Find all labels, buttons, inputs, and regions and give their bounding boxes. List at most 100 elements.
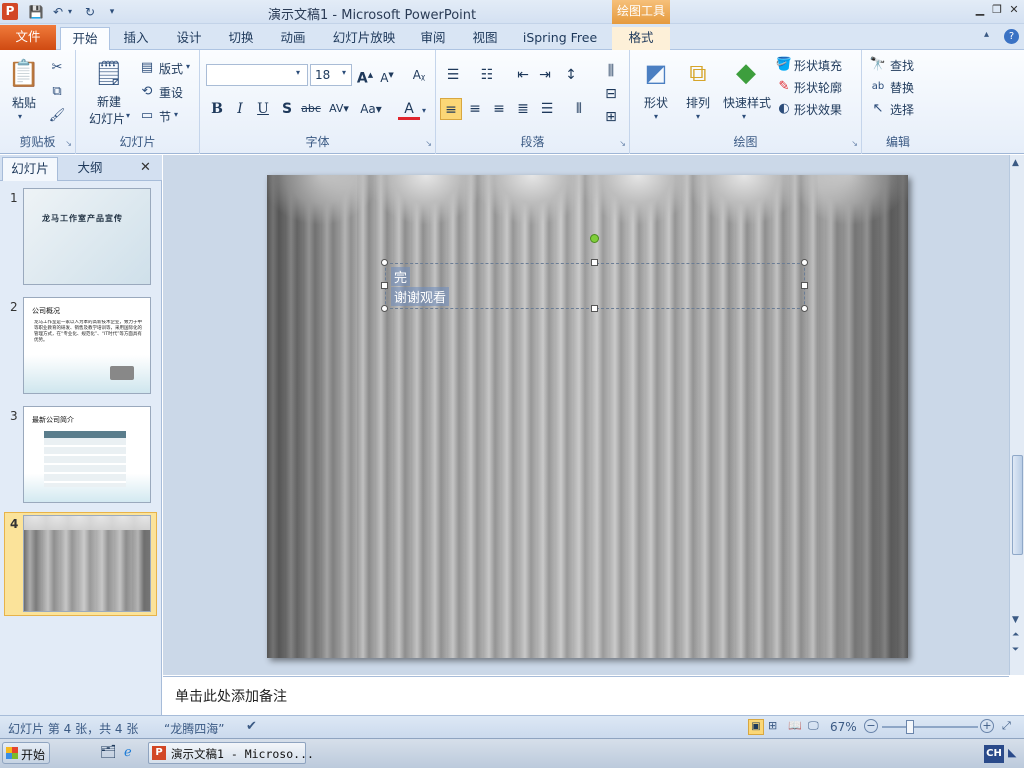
tab-outline-pane[interactable]: 大纲 bbox=[64, 157, 116, 181]
new-slide-icon[interactable]: 🗒 bbox=[94, 56, 124, 90]
columns-icon[interactable]: ⫴ bbox=[568, 98, 590, 120]
resize-handle-ml[interactable] bbox=[381, 282, 388, 289]
arrange-icon[interactable]: ⧉ bbox=[682, 56, 714, 90]
increase-indent-icon[interactable]: ⇥ bbox=[534, 64, 556, 86]
language-indicator[interactable]: CH bbox=[984, 745, 1004, 763]
tab-ispring[interactable]: iSpring Free bbox=[518, 27, 602, 50]
layout-button[interactable]: 版式 bbox=[159, 60, 183, 77]
resize-handle-br[interactable] bbox=[801, 305, 808, 312]
ie-icon[interactable]: ℯ bbox=[124, 745, 132, 760]
tray-help-icon[interactable]: ◣ bbox=[1008, 746, 1016, 759]
bold-icon[interactable]: B bbox=[206, 98, 228, 120]
copy-icon[interactable]: ⧉ bbox=[48, 82, 66, 100]
slide-thumbnail-3[interactable]: 最新公司简介 bbox=[23, 406, 151, 503]
zoom-in-icon[interactable]: + bbox=[980, 719, 994, 733]
paste-button[interactable]: 粘贴 bbox=[12, 94, 36, 111]
shapes-dropdown-icon[interactable]: ▾ bbox=[654, 112, 658, 121]
justify-icon[interactable]: ≣ bbox=[512, 98, 534, 120]
grow-font-icon[interactable]: A▲ bbox=[354, 64, 376, 87]
line-spacing-icon[interactable]: ↕ bbox=[560, 64, 582, 86]
replace-button[interactable]: 替换 bbox=[890, 79, 914, 96]
close-icon[interactable]: ✕ bbox=[1006, 2, 1022, 18]
undo-dropdown-icon[interactable]: ▾ bbox=[66, 4, 74, 20]
scroll-down-icon[interactable]: ▼ bbox=[1012, 615, 1019, 625]
minimize-ribbon-icon[interactable]: ▴ bbox=[984, 29, 989, 40]
theme-name-status[interactable]: “龙腾四海” bbox=[164, 720, 224, 737]
start-button[interactable]: 开始 bbox=[2, 742, 50, 764]
shape-effects-button[interactable]: 形状效果 bbox=[794, 101, 842, 118]
save-icon[interactable]: 💾 bbox=[28, 4, 44, 20]
tab-format[interactable]: 格式 bbox=[612, 27, 670, 50]
restore-icon[interactable]: ❐ bbox=[989, 2, 1005, 18]
zoom-slider-thumb[interactable] bbox=[906, 720, 914, 734]
close-panel-icon[interactable]: ✕ bbox=[140, 160, 151, 175]
spell-check-icon[interactable]: ✔ bbox=[246, 719, 257, 734]
new-slide-label-2[interactable]: 幻灯片 bbox=[89, 110, 125, 127]
powerpoint-logo-icon[interactable]: P bbox=[2, 3, 18, 20]
select-button[interactable]: 选择 bbox=[890, 101, 914, 118]
drawing-launcher-icon[interactable]: ↘ bbox=[851, 139, 858, 148]
previous-slide-icon[interactable]: ⏶ bbox=[1012, 630, 1019, 640]
align-right-icon[interactable]: ≡ bbox=[488, 98, 510, 120]
font-launcher-icon[interactable]: ↘ bbox=[425, 139, 432, 148]
zoom-level[interactable]: 67% bbox=[830, 720, 857, 734]
layout-dropdown-icon[interactable]: ▾ bbox=[186, 62, 190, 71]
paste-icon[interactable]: 📋 bbox=[8, 56, 40, 92]
folder-icon[interactable]: 🗂 bbox=[100, 745, 117, 760]
notes-placeholder[interactable]: 单击此处添加备注 bbox=[175, 686, 287, 706]
font-color-dropdown-icon[interactable]: ▾ bbox=[422, 106, 426, 115]
align-text-icon[interactable]: ⊟ bbox=[600, 83, 622, 105]
resize-handle-bl[interactable] bbox=[381, 305, 388, 312]
find-button[interactable]: 查找 bbox=[890, 57, 914, 74]
slide-sorter-icon[interactable]: ⊞ bbox=[768, 719, 777, 732]
quick-styles-icon[interactable]: ◆ bbox=[730, 56, 762, 90]
slide-4-stage[interactable]: 完 谢谢观看 bbox=[267, 175, 908, 658]
zoom-slider[interactable] bbox=[882, 726, 978, 728]
tab-view[interactable]: 视图 bbox=[462, 27, 508, 50]
tab-home[interactable]: 开始 bbox=[60, 27, 110, 50]
italic-icon[interactable]: I bbox=[229, 98, 251, 120]
strikethrough-icon[interactable]: abc bbox=[300, 98, 322, 120]
help-icon[interactable]: ? bbox=[1004, 29, 1019, 44]
replace-icon[interactable]: ab bbox=[870, 78, 886, 94]
customize-qat-icon[interactable]: ▾ bbox=[104, 4, 120, 20]
tab-slideshow[interactable]: 幻灯片放映 bbox=[328, 27, 400, 50]
clear-formatting-icon[interactable]: Aᵪ bbox=[408, 64, 430, 86]
resize-handle-mr[interactable] bbox=[801, 282, 808, 289]
find-icon[interactable]: 🔭 bbox=[870, 56, 886, 72]
select-icon[interactable]: ↖ bbox=[870, 100, 886, 116]
align-left-icon[interactable]: ≡ bbox=[440, 98, 462, 120]
decrease-indent-icon[interactable]: ⇤ bbox=[512, 64, 534, 86]
section-dropdown-icon[interactable]: ▾ bbox=[174, 110, 178, 119]
tab-review[interactable]: 审阅 bbox=[410, 27, 456, 50]
slideshow-icon[interactable]: 🖵 bbox=[808, 719, 819, 733]
quick-styles-dropdown-icon[interactable]: ▾ bbox=[742, 112, 746, 121]
slide-thumbnail-4[interactable] bbox=[23, 515, 151, 612]
file-tab[interactable]: 文件 bbox=[0, 25, 56, 50]
quick-styles-button[interactable]: 快速样式 bbox=[723, 94, 771, 111]
minimize-icon[interactable]: ▁ bbox=[972, 2, 988, 18]
text-direction-icon[interactable]: ⫼ bbox=[600, 60, 622, 82]
shrink-font-icon[interactable]: A▼ bbox=[376, 64, 398, 86]
tab-animations[interactable]: 动画 bbox=[270, 27, 316, 50]
font-size-dropdown-icon[interactable]: ▾ bbox=[342, 68, 346, 77]
shape-fill-button[interactable]: 形状填充 bbox=[794, 57, 842, 74]
shapes-icon[interactable]: ◩ bbox=[640, 56, 672, 90]
change-case-icon[interactable]: Aa▾ bbox=[360, 98, 382, 120]
taskbar-powerpoint-button[interactable]: P 演示文稿1 - Microso... bbox=[148, 742, 314, 764]
tab-design[interactable]: 设计 bbox=[166, 27, 212, 50]
shape-outline-icon[interactable]: ✎ bbox=[776, 78, 792, 94]
resize-handle-tm[interactable] bbox=[591, 259, 598, 266]
reset-button[interactable]: 重设 bbox=[159, 84, 183, 101]
resize-handle-bm[interactable] bbox=[591, 305, 598, 312]
font-name-field[interactable] bbox=[206, 64, 308, 86]
new-slide-label-1[interactable]: 新建 bbox=[97, 93, 121, 110]
zoom-out-icon[interactable]: − bbox=[864, 719, 878, 733]
reading-view-icon[interactable]: 📖 bbox=[788, 719, 802, 732]
slide-text-line-2[interactable]: 谢谢观看 bbox=[391, 287, 450, 306]
layout-icon[interactable]: ▤ bbox=[139, 59, 155, 75]
paragraph-launcher-icon[interactable]: ↘ bbox=[619, 139, 626, 148]
arrange-dropdown-icon[interactable]: ▾ bbox=[696, 112, 700, 121]
font-name-dropdown-icon[interactable]: ▾ bbox=[296, 68, 300, 77]
vertical-scrollbar[interactable]: ▲ ▼ ⏶ ⏷ bbox=[1009, 155, 1024, 675]
